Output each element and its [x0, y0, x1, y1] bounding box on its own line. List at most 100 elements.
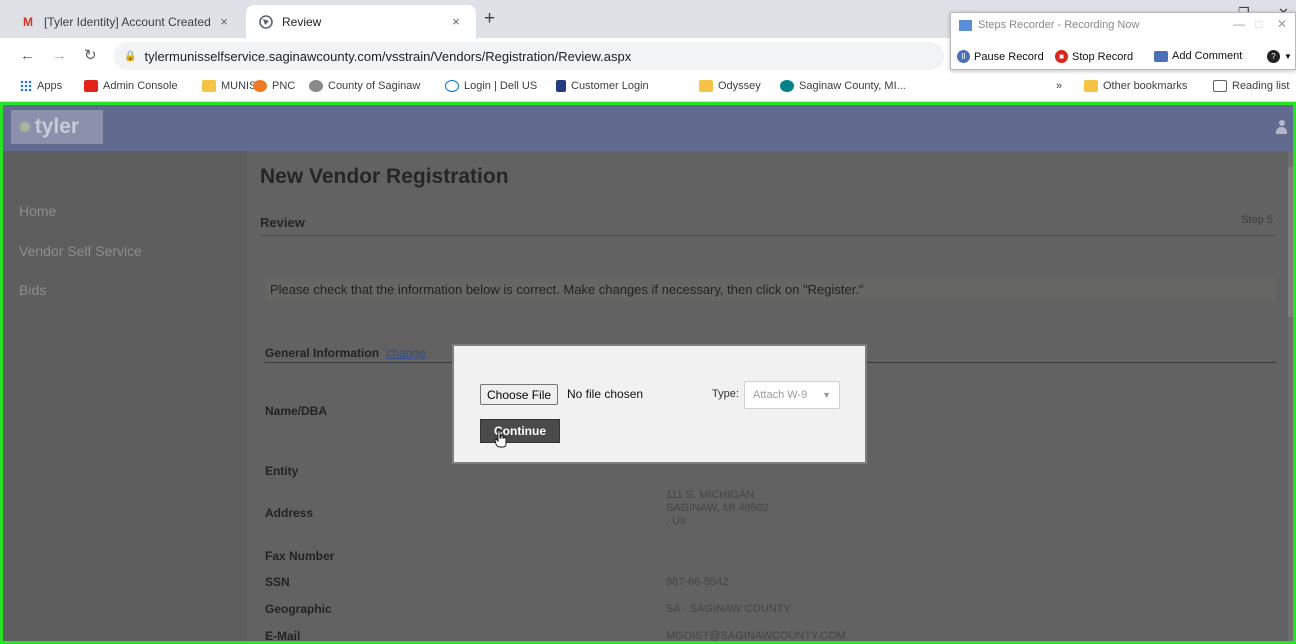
attach-file-dialog: Choose File No file chosen Type: Attach … [452, 344, 867, 464]
tab-tyler-identity[interactable]: M [Tyler Identity] Account Created × [8, 5, 244, 38]
bookmark-label: Apps [37, 80, 63, 92]
new-tab-button[interactable]: + [484, 9, 495, 29]
steps-recorder-window: Steps Recorder - Recording Now — □ ✕ II … [950, 12, 1296, 70]
back-icon[interactable]: ← [20, 48, 35, 64]
instructions-banner: Please check that the information below … [265, 277, 1276, 301]
change-link[interactable]: change [386, 346, 425, 360]
stop-icon: ■ [1055, 50, 1068, 63]
sidebar-item-vendor-self-service[interactable]: Vendor Self Service [19, 243, 142, 259]
other-bookmarks[interactable]: Other bookmarks [1084, 80, 1187, 92]
tyler-logo[interactable]: ✺ tyler [11, 110, 103, 144]
bookmark-label: Login | Dell US [464, 80, 538, 92]
general-info-heading: General Information change [265, 346, 426, 360]
reading-list-icon [1213, 80, 1227, 92]
pnc-icon [253, 80, 267, 92]
page-scrollbar[interactable] [1288, 151, 1293, 641]
bookmark-label: Saginaw County, MI... [799, 80, 906, 92]
dropdown-arrow-icon: ▼ [1284, 52, 1292, 61]
gmail-icon: M [23, 14, 33, 29]
choose-file-button[interactable]: Choose File [480, 384, 559, 405]
sharepoint-icon [780, 80, 794, 92]
field-value-email: MGOIST@SAGINAWCOUNTY.COM [666, 630, 846, 642]
chevron-down-icon: ▼ [822, 390, 831, 400]
bookmark-label: Odyssey [718, 80, 761, 92]
bookmark-apps[interactable]: Apps [20, 80, 62, 92]
general-info-title: General Information [265, 346, 380, 360]
field-label-fax-number: Fax Number [265, 549, 335, 563]
add-comment-button[interactable]: Add Comment [1154, 50, 1242, 62]
overflow-label: » [1056, 80, 1063, 92]
field-value-address: 111 S. MICHIGAN SAGINAW, MI 48602 , Us [666, 489, 769, 528]
field-label-address: Address [265, 506, 314, 520]
app-header: ✺ tyler [3, 105, 1293, 151]
pause-record-button[interactable]: II Pause Record [957, 50, 1044, 63]
tab-review[interactable]: Review × [246, 5, 476, 38]
field-value-ssn: 987-66-5542 [666, 576, 729, 588]
address-bar[interactable]: 🔒 tylermunisselfservice.saginawcounty.co… [114, 42, 944, 70]
sidebar-item-home[interactable]: Home [19, 203, 56, 219]
field-label-email: E-Mail [265, 629, 301, 643]
field-label-ssn: SSN [265, 575, 290, 589]
bookmark-county-of-saginaw[interactable]: County of Saginaw [309, 80, 420, 92]
sidebar-item-bids[interactable]: Bids [19, 282, 46, 298]
button-label: Add Comment [1172, 50, 1243, 62]
page-viewport: ✺ tyler Home Vendor Self Service Bids Ne… [0, 102, 1296, 644]
close-tab-icon[interactable]: × [448, 14, 464, 29]
scrollbar-thumb[interactable] [1288, 167, 1293, 317]
recorder-minimize-icon[interactable]: — [1233, 17, 1245, 31]
globe-icon [258, 14, 274, 30]
recorder-title: Steps Recorder - Recording Now [978, 19, 1140, 31]
close-tab-icon[interactable]: × [216, 14, 232, 29]
tyler-logo-icon: ✺ [19, 118, 31, 135]
address-line-2: SAGINAW, MI 48602 [666, 502, 769, 514]
bookmark-label: County of Saginaw [328, 80, 421, 92]
bookmark-label: MUNIS [221, 80, 257, 92]
selected-type: Attach W-9 [753, 389, 808, 401]
bookmarks-overflow-button[interactable]: » [1056, 80, 1062, 92]
paypal-icon [556, 80, 566, 92]
bookmark-customer-login[interactable]: Customer Login [556, 80, 649, 92]
field-label-name-dba: Name/DBA [265, 404, 328, 418]
county-seal-icon [309, 80, 323, 92]
tab-title: Review [282, 14, 322, 29]
bookmark-label: Customer Login [571, 80, 649, 92]
bookmark-saginaw-county[interactable]: Saginaw County, MI... [780, 80, 906, 92]
address-line-3: , Us [666, 515, 686, 527]
instructions-text: Please check that the information below … [270, 281, 864, 297]
hand-pointer-icon [494, 430, 507, 448]
button-label: Stop Record [1072, 50, 1134, 63]
recorder-close-icon[interactable]: ✕ [1277, 17, 1287, 31]
bookmark-admin-console[interactable]: Admin Console [84, 80, 178, 92]
stop-record-button[interactable]: ■ Stop Record [1055, 50, 1133, 63]
reading-list[interactable]: Reading list [1213, 80, 1289, 92]
url-text: tylermunisselfservice.saginawcounty.com/… [144, 48, 632, 64]
folder-icon [1084, 80, 1098, 92]
folder-icon [699, 80, 713, 92]
lock-icon: 🔒 [124, 50, 137, 62]
document-type-select[interactable]: Attach W-9 ▼ [744, 381, 840, 409]
bookmark-munis[interactable]: MUNIS [202, 80, 256, 92]
adobe-icon [84, 80, 98, 92]
bookmark-odyssey[interactable]: Odyssey [699, 80, 761, 92]
help-icon: ? [1267, 50, 1280, 63]
apps-grid-icon [20, 80, 32, 92]
dell-icon [445, 80, 459, 92]
page-title: New Vendor Registration [260, 165, 509, 188]
recorder-title-bar: Steps Recorder - Recording Now [959, 19, 1139, 31]
user-icon[interactable] [1276, 120, 1287, 136]
forward-icon[interactable]: → [52, 48, 67, 64]
section-heading: Review [260, 215, 305, 230]
comment-icon [1154, 50, 1168, 62]
sidebar: Home Vendor Self Service Bids [3, 151, 247, 641]
field-label-entity: Entity [265, 464, 299, 478]
type-label: Type: [712, 388, 739, 400]
bookmark-pnc[interactable]: PNC [253, 80, 295, 92]
bookmark-dell[interactable]: Login | Dell US [445, 80, 537, 92]
field-value-geographic: SA - SAGINAW COUNTY [666, 603, 791, 615]
bookmark-label: PNC [272, 80, 296, 92]
recorder-maximize-icon[interactable]: □ [1255, 17, 1262, 31]
reload-icon[interactable]: ↻ [84, 48, 97, 64]
help-button[interactable]: ? ▼ [1267, 50, 1292, 63]
continue-button[interactable]: Continue [480, 419, 560, 443]
step-indicator: Step 5 [1241, 214, 1273, 226]
